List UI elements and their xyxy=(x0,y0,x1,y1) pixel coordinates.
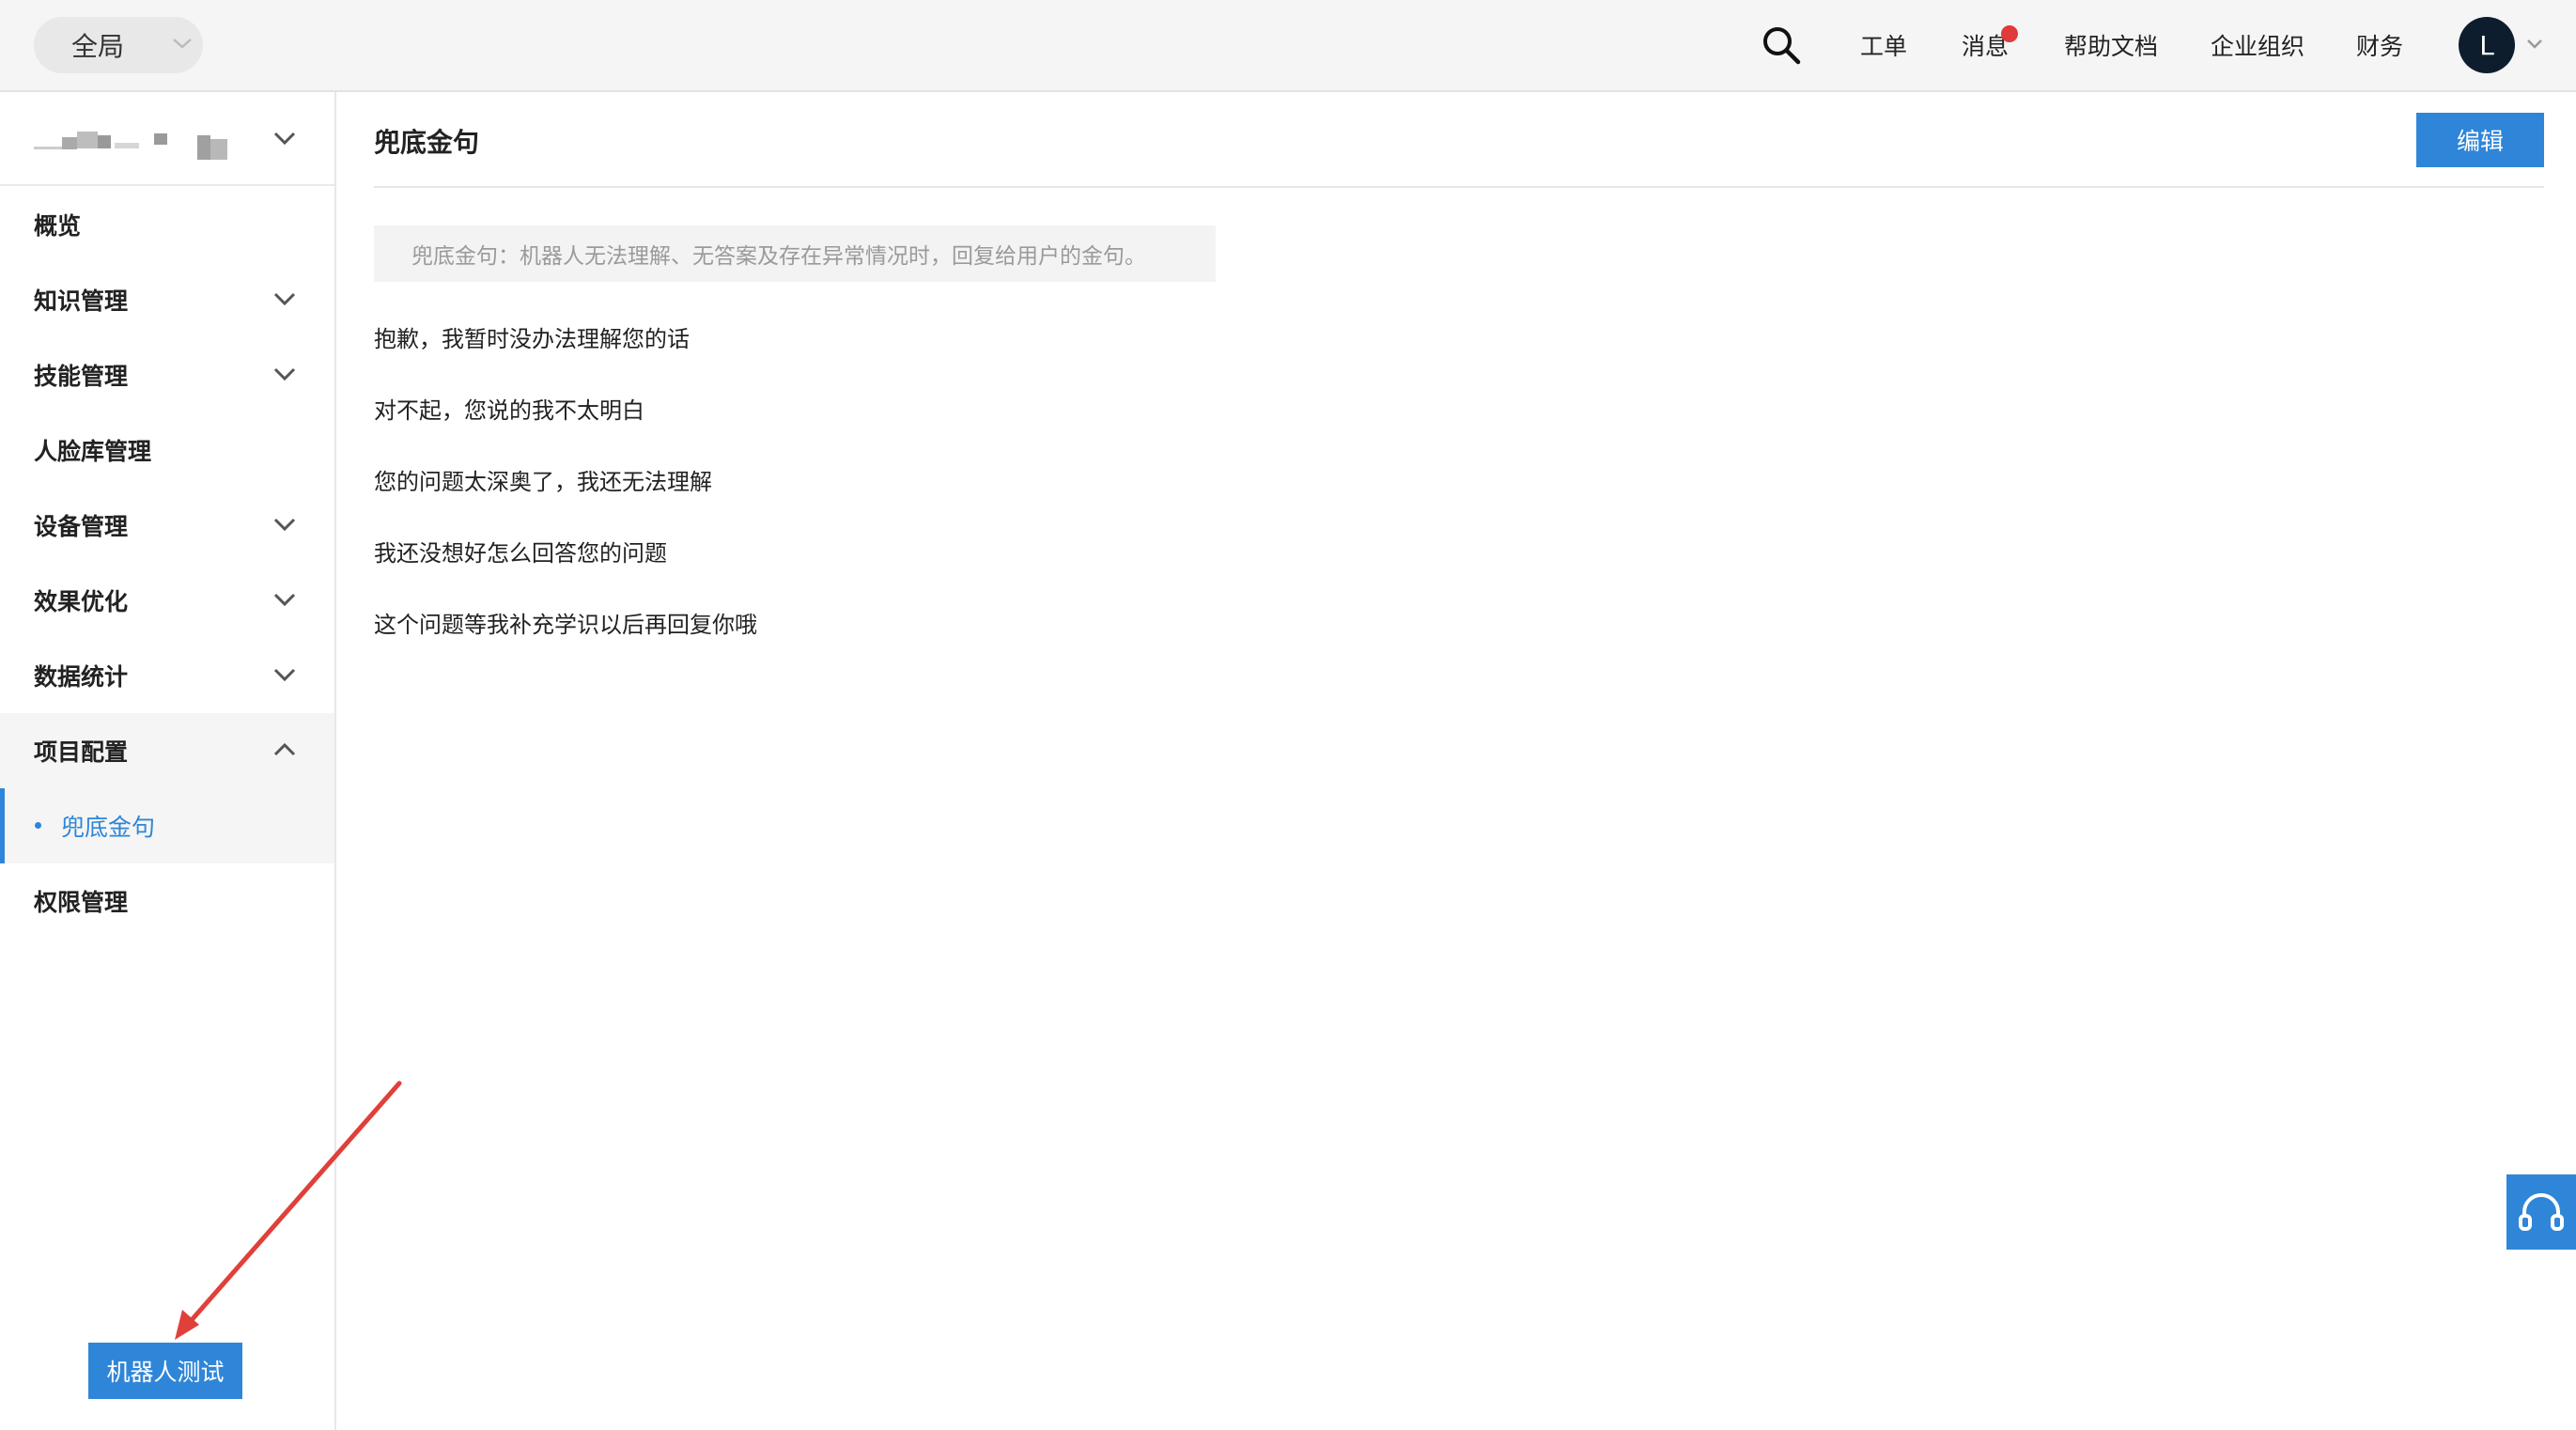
chevron-down-icon[interactable] xyxy=(2525,38,2544,51)
nav-finance[interactable]: 财务 xyxy=(2356,28,2403,62)
sidebar-item-label: 技能管理 xyxy=(34,363,129,390)
sidebar-item-project-config[interactable]: 项目配置 xyxy=(0,713,334,788)
chevron-up-icon xyxy=(273,742,296,756)
nav-help-docs[interactable]: 帮助文档 xyxy=(2064,28,2158,62)
title-divider xyxy=(374,186,2544,188)
sidebar-item-overview[interactable]: 概览 xyxy=(0,187,334,262)
sidebar-item-label: 项目配置 xyxy=(34,738,129,766)
sidebar-subitem-fallback-sentences[interactable]: 兜底金句 xyxy=(0,788,334,863)
sidebar-item-label: 人脸库管理 xyxy=(34,438,152,465)
sidebar-item-face-library[interactable]: 人脸库管理 xyxy=(0,412,334,488)
chevron-down-icon xyxy=(273,292,296,306)
sidebar-item-optimization[interactable]: 效果优化 xyxy=(0,563,334,638)
fallback-sentence: 对不起，您说的我不太明白 xyxy=(374,397,644,424)
sidebar-item-devices[interactable]: 设备管理 xyxy=(0,488,334,563)
sidebar-item-knowledge[interactable]: 知识管理 xyxy=(0,262,334,337)
avatar[interactable]: L xyxy=(2459,17,2515,73)
search-icon[interactable] xyxy=(1761,24,1802,66)
chevron-down-icon xyxy=(173,39,192,49)
robot-test-button[interactable]: 机器人测试 xyxy=(88,1343,242,1399)
avatar-initial: L xyxy=(2479,29,2494,61)
sidebar-item-statistics[interactable]: 数据统计 xyxy=(0,638,334,713)
headset-icon xyxy=(2519,1193,2564,1231)
page-title: 兜底金句 xyxy=(374,127,480,158)
nav-organization[interactable]: 企业组织 xyxy=(2211,28,2304,62)
sidebar-item-label: 设备管理 xyxy=(34,513,129,540)
sidebar-item-permissions[interactable]: 权限管理 xyxy=(0,863,334,939)
fallback-sentence: 抱歉，我暂时没办法理解您的话 xyxy=(374,326,690,352)
active-dot-icon xyxy=(35,822,41,829)
fallback-sentence: 您的问题太深奥了，我还无法理解 xyxy=(374,469,712,495)
fallback-sentence: 这个问题等我补充学识以后再回复你哦 xyxy=(374,612,757,638)
scope-label: 全局 xyxy=(71,31,125,62)
top-bar: 全局 工单 消息 帮助文档 企业组织 财务 L xyxy=(0,0,2576,92)
fallback-sentence: 我还没想好怎么回答您的问题 xyxy=(374,540,667,567)
chevron-down-icon xyxy=(273,593,296,607)
sidebar-item-label: 权限管理 xyxy=(34,889,129,916)
scope-selector[interactable]: 全局 xyxy=(34,17,203,73)
sidebar-item-label: 效果优化 xyxy=(34,588,129,615)
sidebar: 概览 知识管理 技能管理 人脸库管理 设备管理 效果优化 数据统计 项目配置 兜… xyxy=(0,92,336,1430)
main-content: 兜底金句 编辑 兜底金句：机器人无法理解、无答案及存在异常情况时，回复给用户的金… xyxy=(336,92,2576,1430)
nav-work-order[interactable]: 工单 xyxy=(1860,28,1907,62)
chevron-down-icon xyxy=(273,668,296,682)
sidebar-subitem-label: 兜底金句 xyxy=(61,814,156,841)
chevron-down-icon xyxy=(273,132,296,146)
chevron-down-icon xyxy=(273,518,296,532)
project-selector[interactable] xyxy=(0,92,334,186)
sidebar-item-skills[interactable]: 技能管理 xyxy=(0,337,334,412)
project-logo-blurred xyxy=(34,132,227,160)
customer-support-button[interactable] xyxy=(2506,1174,2576,1250)
chevron-down-icon xyxy=(273,367,296,381)
edit-button[interactable]: 编辑 xyxy=(2416,113,2544,167)
sidebar-item-label: 知识管理 xyxy=(34,288,129,315)
sidebar-item-label: 数据统计 xyxy=(34,663,129,691)
unread-badge xyxy=(2001,25,2018,42)
description-hint: 兜底金句：机器人无法理解、无答案及存在异常情况时，回复给用户的金句。 xyxy=(374,225,1216,282)
sidebar-item-label: 概览 xyxy=(34,212,82,240)
